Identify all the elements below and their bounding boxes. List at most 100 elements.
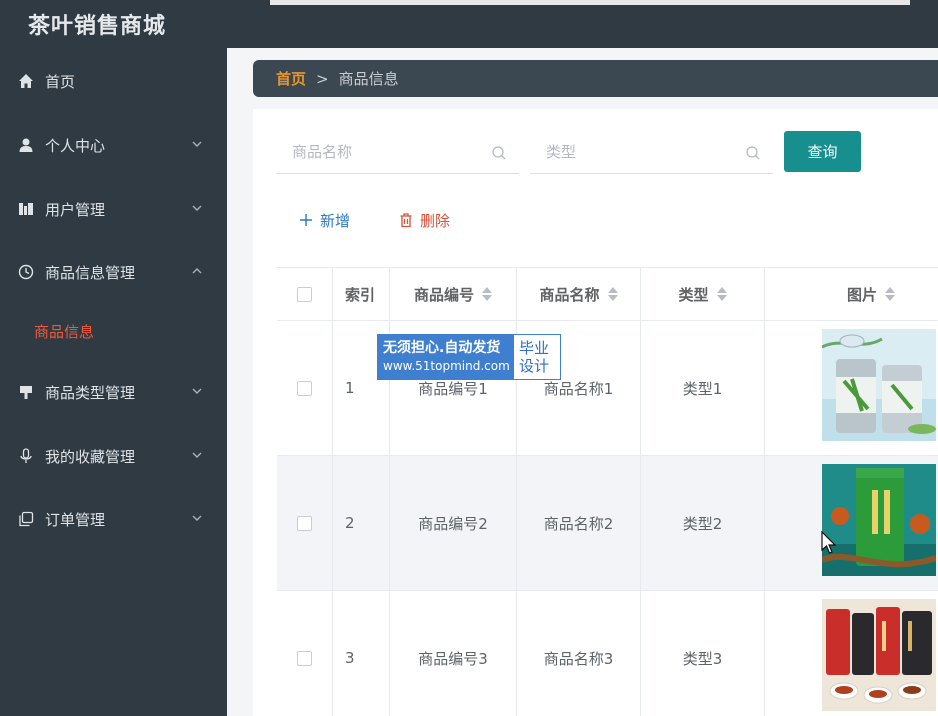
watermark-badge: 无须担心.自动发货 www.51topmind.com 毕业 设计	[377, 334, 561, 380]
chevron-down-icon	[192, 388, 202, 394]
header-index: 索引	[333, 268, 390, 320]
main-content: 首页 > 商品信息 查询 新增 删除	[227, 48, 938, 716]
breadcrumb-home[interactable]: 首页	[276, 68, 306, 89]
breadcrumb-separator: >	[316, 69, 329, 88]
header-name[interactable]: 商品名称	[517, 268, 641, 320]
sidebar-item-product-type-management[interactable]: 商品类型管理	[0, 372, 227, 412]
row-checkbox[interactable]	[297, 380, 312, 396]
table-row[interactable]: 3 商品编号3 商品名称3 类型3	[277, 591, 938, 716]
watermark-line1: 无须担心.自动发货	[383, 340, 501, 356]
sidebar-item-user-management[interactable]: 用户管理	[0, 189, 227, 229]
sidebar-item-personal-center[interactable]: 个人中心	[0, 125, 227, 165]
row-checkbox-cell	[277, 591, 333, 716]
row-checkbox[interactable]	[297, 650, 312, 666]
row-image-cell	[765, 321, 938, 455]
copy-icon	[17, 510, 35, 528]
select-all-checkbox[interactable]	[297, 286, 312, 302]
sidebar-item-label: 首页	[45, 72, 76, 91]
row-code: 商品编号2	[390, 456, 517, 590]
sort-icon[interactable]	[716, 287, 727, 301]
top-header: 茶叶销售商城	[0, 0, 938, 48]
product-name-search	[276, 131, 519, 174]
home-icon	[17, 72, 35, 90]
add-button-label: 新增	[320, 211, 351, 230]
chevron-down-icon	[192, 452, 202, 458]
row-code: 商品编号3	[390, 591, 517, 716]
chevron-down-icon	[192, 141, 202, 147]
product-name-input[interactable]	[276, 143, 476, 161]
watermark-line2: www.51topmind.com	[383, 359, 510, 373]
row-image-cell	[765, 591, 938, 716]
sidebar-item-favorites-management[interactable]: 我的收藏管理	[0, 436, 227, 476]
table-row[interactable]: 2 商品编号2 商品名称2 类型2	[277, 456, 938, 591]
product-image-tea-canisters[interactable]	[822, 329, 936, 441]
plus-icon	[300, 214, 312, 226]
sidebar-item-label: 商品类型管理	[45, 383, 136, 402]
sidebar-item-home[interactable]: 首页	[0, 61, 227, 101]
row-type: 类型3	[641, 591, 765, 716]
chevron-up-icon	[192, 268, 202, 274]
product-table: 索引 商品编号 商品名称 类型 图片 1 商品编号1 商品名称1 类型1 2 商…	[276, 267, 938, 716]
content-card: 查询 新增 删除 索引 商品编号 商品名称 类型 图片	[253, 109, 938, 716]
sidebar-item-label: 商品信息管理	[45, 263, 136, 282]
sidebar-subitem-product-info[interactable]: 商品信息	[0, 311, 227, 351]
chevron-down-icon	[192, 205, 202, 211]
header-top-strip	[270, 0, 910, 5]
app-title: 茶叶销售商城	[28, 14, 167, 39]
delete-button-label: 删除	[420, 211, 451, 230]
sidebar-item-label: 个人中心	[45, 136, 106, 155]
watermark-right: 毕业 设计	[514, 335, 560, 379]
product-image-green-tea-can[interactable]	[822, 464, 936, 576]
sidebar-item-label: 用户管理	[45, 200, 106, 219]
header-type[interactable]: 类型	[641, 268, 765, 320]
row-checkbox[interactable]	[297, 515, 312, 531]
users-icon	[17, 200, 35, 218]
user-icon	[17, 136, 35, 154]
search-icon	[746, 146, 760, 160]
header-name-label: 商品名称	[539, 285, 600, 304]
microphone-icon	[17, 447, 35, 465]
row-type: 类型1	[641, 321, 765, 455]
sidebar-item-label: 订单管理	[45, 510, 106, 529]
row-image-cell	[765, 456, 938, 590]
sort-icon[interactable]	[482, 287, 492, 301]
product-image-black-tea-set[interactable]	[822, 599, 936, 711]
breadcrumb: 首页 > 商品信息	[253, 60, 938, 97]
watermark-left: 无须担心.自动发货 www.51topmind.com	[378, 335, 514, 379]
row-name: 商品名称3	[517, 591, 641, 716]
type-input[interactable]	[530, 143, 730, 161]
header-image-label: 图片	[846, 285, 877, 304]
header-code[interactable]: 商品编号	[390, 268, 517, 320]
row-checkbox-cell	[277, 456, 333, 590]
sort-icon[interactable]	[607, 287, 618, 301]
table-header-row: 索引 商品编号 商品名称 类型 图片	[277, 268, 938, 321]
header-checkbox-cell	[277, 268, 333, 320]
tag-icon	[17, 383, 35, 401]
row-index: 3	[333, 591, 390, 716]
row-index: 2	[333, 456, 390, 590]
search-icon	[492, 146, 506, 160]
delete-button[interactable]: 删除	[398, 209, 450, 231]
trash-icon	[400, 213, 412, 228]
sidebar-item-order-management[interactable]: 订单管理	[0, 499, 227, 539]
query-button[interactable]: 查询	[784, 131, 861, 172]
clock-icon	[17, 263, 35, 281]
header-type-label: 类型	[678, 285, 709, 304]
row-checkbox-cell	[277, 321, 333, 455]
sidebar-item-product-info-management[interactable]: 商品信息管理	[0, 252, 227, 292]
sidebar: 首页 个人中心 用户管理 商品信息管理 商品信息 商品类型管理 我的收藏管理 订…	[0, 48, 227, 716]
chevron-down-icon	[192, 515, 202, 521]
header-code-label: 商品编号	[413, 285, 474, 304]
app-window: 茶叶销售商城 首页 个人中心 用户管理 商品信息管理 商品信息 商品类型管理 我…	[0, 0, 938, 716]
mouse-cursor-icon	[821, 531, 837, 554]
sort-icon[interactable]	[885, 287, 895, 301]
watermark-right2: 设计	[519, 357, 550, 375]
row-type: 类型2	[641, 456, 765, 590]
header-image[interactable]: 图片	[765, 268, 938, 320]
row-name: 商品名称2	[517, 456, 641, 590]
add-button[interactable]: 新增	[298, 209, 350, 231]
sidebar-item-label: 我的收藏管理	[45, 447, 136, 466]
type-search	[530, 131, 773, 174]
breadcrumb-current: 商品信息	[338, 70, 399, 88]
watermark-right1: 毕业	[519, 339, 550, 357]
